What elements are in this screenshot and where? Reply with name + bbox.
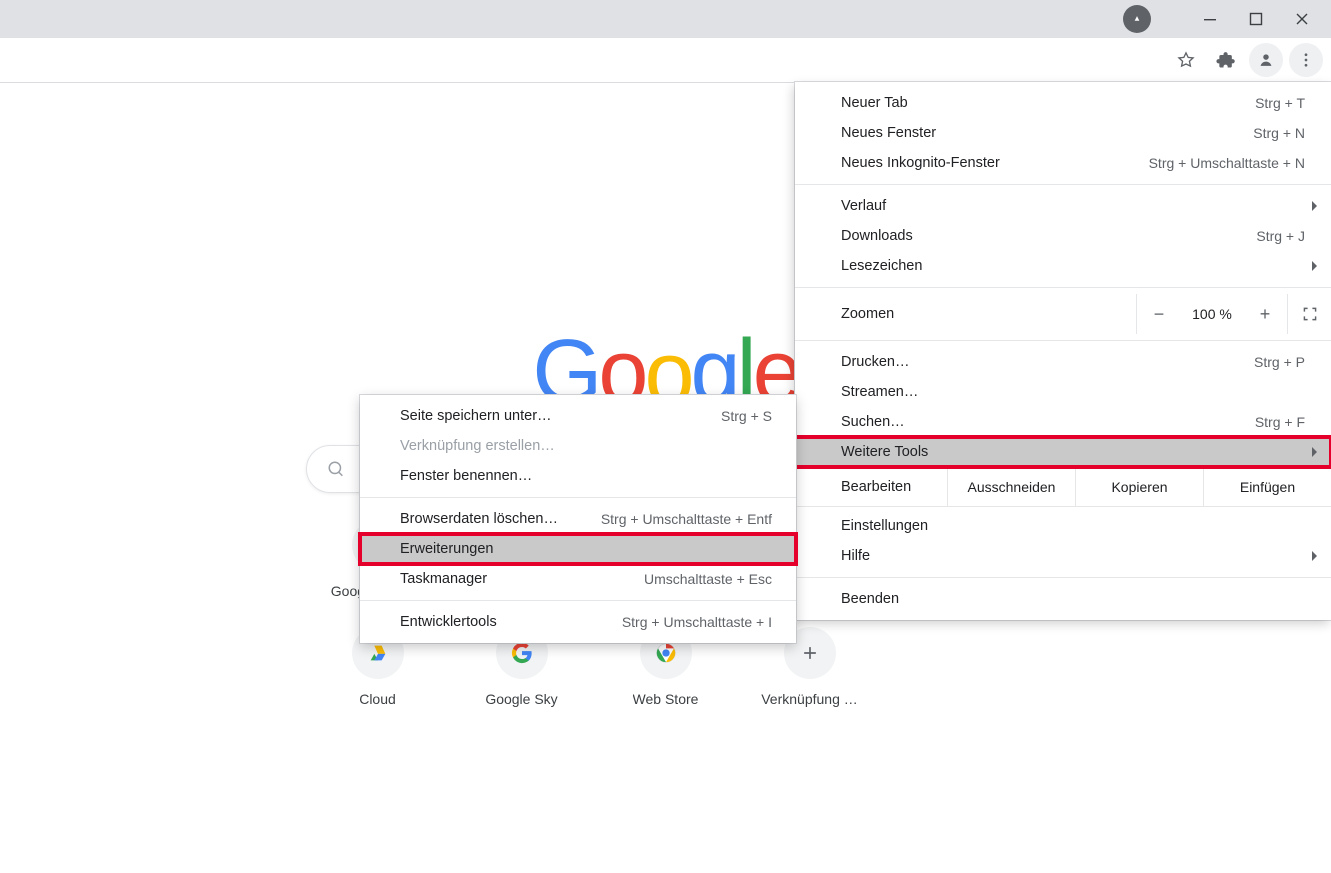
zoom-value: 100 % — [1181, 306, 1243, 322]
window-titlebar — [0, 0, 1331, 38]
menu-zoom-row: Zoomen − 100 % + — [795, 294, 1331, 334]
submenu-extensions[interactable]: Erweiterungen — [360, 534, 796, 564]
menu-cast[interactable]: Streamen… — [795, 377, 1331, 407]
extensions-puzzle-icon[interactable] — [1209, 43, 1243, 77]
window-maximize-button[interactable] — [1233, 3, 1279, 35]
menu-print[interactable]: Drucken…Strg + P — [795, 347, 1331, 377]
kebab-menu-button[interactable] — [1289, 43, 1323, 77]
menu-edit-label: Bearbeiten — [795, 468, 947, 506]
menu-more-tools[interactable]: Weitere Tools — [795, 437, 1331, 467]
shortcut-label: Verknüpfung … — [761, 691, 858, 707]
menu-find[interactable]: Suchen…Strg + F — [795, 407, 1331, 437]
shortcut-label: Google Sky — [485, 691, 557, 707]
submenu-clear-browsing-data[interactable]: Browserdaten löschen…Strg + Umschalttast… — [360, 504, 796, 534]
menu-bookmarks[interactable]: Lesezeichen — [795, 251, 1331, 281]
edit-paste-button[interactable]: Einfügen — [1203, 468, 1331, 506]
bookmark-star-icon[interactable] — [1169, 43, 1203, 77]
submenu-create-shortcut: Verknüpfung erstellen… — [360, 431, 796, 461]
shortcut-label: Cloud — [359, 691, 396, 707]
edit-copy-button[interactable]: Kopieren — [1075, 468, 1203, 506]
zoom-in-button[interactable]: + — [1243, 304, 1287, 325]
window-close-button[interactable] — [1279, 3, 1325, 35]
menu-new-tab[interactable]: Neuer TabStrg + T — [795, 88, 1331, 118]
menu-history[interactable]: Verlauf — [795, 191, 1331, 221]
menu-new-incognito[interactable]: Neues Inkognito-FensterStrg + Umschaltta… — [795, 148, 1331, 178]
submenu-save-page[interactable]: Seite speichern unter…Strg + S — [360, 401, 796, 431]
menu-edit-row: Bearbeiten Ausschneiden Kopieren Einfüge… — [795, 467, 1331, 507]
submenu-name-window[interactable]: Fenster benennen… — [360, 461, 796, 491]
menu-downloads[interactable]: DownloadsStrg + J — [795, 221, 1331, 251]
window-minimize-button[interactable] — [1187, 3, 1233, 35]
edit-cut-button[interactable]: Ausschneiden — [947, 468, 1075, 506]
zoom-out-button[interactable]: − — [1137, 304, 1181, 325]
browser-toolbar — [0, 38, 1331, 82]
menu-exit[interactable]: Beenden — [795, 584, 1331, 614]
chrome-main-menu: Neuer TabStrg + T Neues FensterStrg + N … — [795, 82, 1331, 620]
profile-avatar-icon[interactable] — [1249, 43, 1283, 77]
menu-settings[interactable]: Einstellungen — [795, 511, 1331, 541]
menu-zoom-label: Zoomen — [795, 294, 1136, 334]
menu-new-window[interactable]: Neues FensterStrg + N — [795, 118, 1331, 148]
fullscreen-button[interactable] — [1287, 294, 1331, 334]
submenu-task-manager[interactable]: TaskmanagerUmschalttaste + Esc — [360, 564, 796, 594]
menu-help[interactable]: Hilfe — [795, 541, 1331, 571]
more-tools-submenu: Seite speichern unter…Strg + S Verknüpfu… — [360, 395, 796, 643]
search-icon — [327, 460, 345, 478]
submenu-developer-tools[interactable]: EntwicklertoolsStrg + Umschalttaste + I — [360, 607, 796, 637]
shortcut-label: Web Store — [633, 691, 699, 707]
incognito-badge-icon — [1123, 5, 1151, 33]
